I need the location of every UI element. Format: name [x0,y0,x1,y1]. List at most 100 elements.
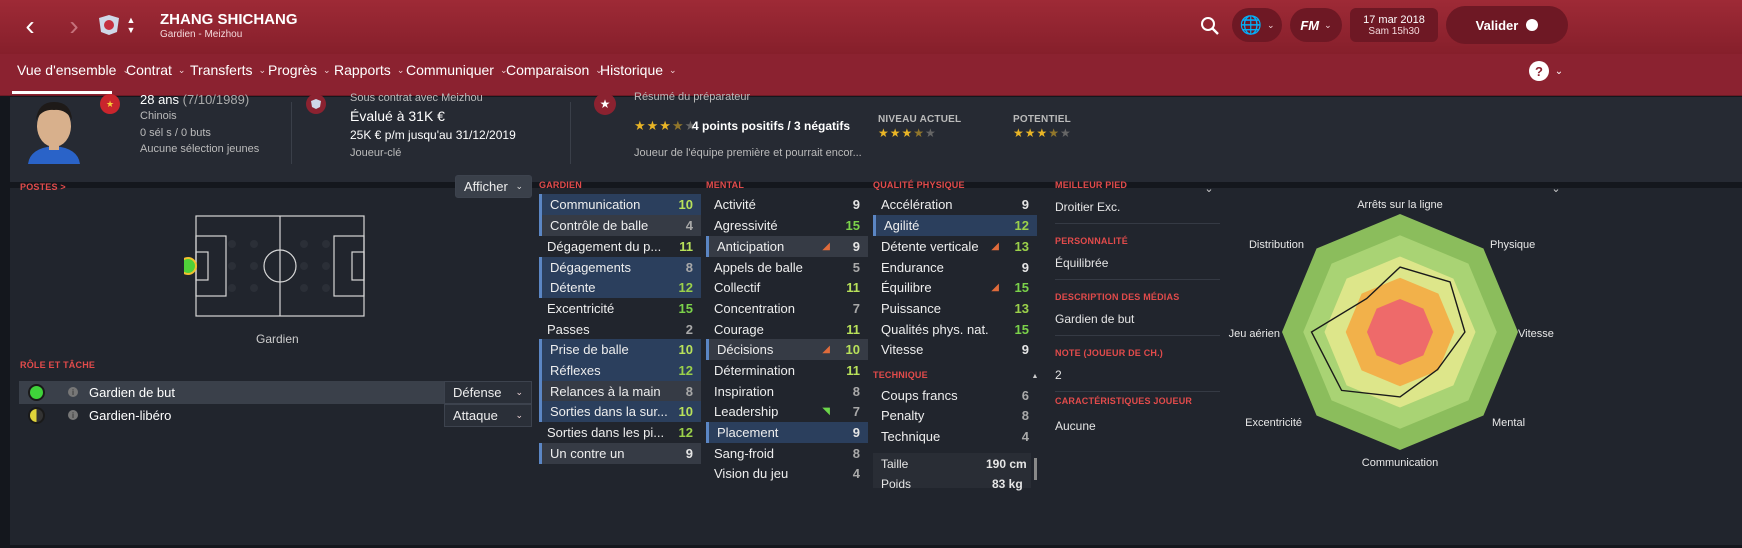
continue-button[interactable]: Valider [1446,6,1568,44]
attribute-row[interactable]: Décisions ◢ 10 [706,339,868,360]
duty-dropdown[interactable]: Attaque ⌄ [444,404,532,427]
tab-progress[interactable]: Progrès ⌄ [268,62,331,78]
attribute-row[interactable]: Inspiration 8 [706,381,868,402]
position-name: Gardien [256,332,299,346]
attribute-row[interactable]: Endurance 9 [873,257,1037,278]
attribute-row[interactable]: Courage 11 [706,319,868,340]
star-badge-icon: ★ [594,93,616,115]
tab-contract[interactable]: Contrat ⌄ [126,62,185,78]
attribute-row[interactable]: Concentration 7 [706,298,868,319]
tab-compare[interactable]: Comparaison ⌄ [506,62,603,78]
attribute-row[interactable]: Relances à la main 8 [539,381,701,402]
attribute-row[interactable]: Vision du jeu 4 [706,463,868,484]
attribute-row[interactable]: Collectif 11 [706,277,868,298]
forward-icon[interactable]: › [62,10,86,41]
attribute-row[interactable]: Technique 4 [873,426,1037,447]
radar-label: Physique [1490,239,1535,251]
player-subtitle: Gardien - Meizhou [160,29,243,40]
attribute-row[interactable]: Équilibre ◢ 15 [873,277,1037,298]
continue-label: Valider [1475,17,1519,33]
rating-value: 2 [1055,368,1062,382]
info-icon[interactable]: i [68,387,78,397]
attribute-row[interactable]: Placement 9 [706,422,868,443]
media-description-value: Gardien de but [1055,312,1135,326]
radar-label: Distribution [1249,239,1304,251]
attribute-row[interactable]: Un contre un 9 [539,443,701,464]
attribute-row[interactable]: Détermination 11 [706,360,868,381]
chevron-down-icon[interactable]: ⌄ [1550,181,1562,195]
attribute-row[interactable]: Dégagement du p... 11 [539,236,701,257]
show-dropdown[interactable]: Afficher ⌄ [455,175,532,198]
tab-transfers[interactable]: Transferts ⌄ [190,62,266,78]
radar-label: Arrêts sur la ligne [1357,199,1443,211]
world-menu-button[interactable]: 🌐 ⌄ [1232,8,1282,42]
attribute-radar: Arrêts sur la ligne Physique Vitesse Mental… [1229,199,1554,469]
attribute-row[interactable]: Accélération 9 [873,194,1037,215]
divider [1055,391,1220,392]
player-name: ZHANG SHICHANG [160,11,298,28]
physical-label: QUALITÉ PHYSIQUE [873,180,965,190]
attribute-row[interactable]: Vitesse 9 [873,339,1037,360]
player-value: Évalué à 31K € [350,108,445,124]
attribute-row[interactable]: Puissance 13 [873,298,1037,319]
attribute-row[interactable]: Prise de balle 10 [539,339,701,360]
tab-overview[interactable]: Vue d'ensemble ⌄ [17,62,130,78]
attribute-row[interactable]: Communication 10 [539,194,701,215]
help-icon[interactable]: ? [1529,61,1549,81]
weight-label: Poids [881,477,912,491]
attribute-row[interactable]: Appels de balle 5 [706,257,868,278]
attribute-row[interactable]: Réflexes 12 [539,360,701,381]
radar-label: Excentricité [1245,417,1302,429]
arrow-down-icon: ◢ [822,344,830,355]
tab-communicate[interactable]: Communiquer ⌄ [406,62,507,78]
contract-title: Sous contrat avec Meizhou [350,92,483,104]
potential-ability-stars: ★★★★★ [1013,126,1072,140]
attribute-row[interactable]: Détente 12 [539,277,701,298]
divider [1055,279,1220,280]
attribute-row[interactable]: Coups francs 6 [873,385,1037,406]
attribute-row[interactable]: Anticipation ◢ 9 [706,236,868,257]
player-switch-icon[interactable]: ▲ ▼ [124,12,138,38]
info-icon[interactable]: i [68,410,78,420]
date-display: 17 mar 2018 Sam 15h30 [1350,8,1438,42]
attribute-row[interactable]: Agressivité 15 [706,215,868,236]
potential-ability-label: POTENTIEL [1013,114,1071,125]
attribute-row[interactable]: Sang-froid 8 [706,443,868,464]
attribute-row[interactable]: Qualités phys. nat. 15 [873,319,1037,340]
back-icon[interactable]: ‹ [18,10,42,41]
preferred-foot-label: MEILLEUR PIED [1055,180,1128,190]
coach-note: Joueur de l'équipe première et pourrait … [634,147,862,159]
fm-logo: FM [1300,17,1320,33]
mental-label: MENTAL [706,180,745,190]
attribute-row[interactable]: Sorties dans les pi... 12 [539,422,701,443]
positions-label[interactable]: POSTES > [20,182,66,192]
height-label: Taille [881,457,909,471]
arrow-down-icon: ◢ [991,282,999,293]
attribute-row[interactable]: Leadership ◥ 7 [706,401,868,422]
search-icon[interactable] [1198,14,1222,38]
attribute-row[interactable]: Penalty 8 [873,405,1037,426]
attribute-row[interactable]: Passes 2 [539,319,701,340]
scrollbar[interactable] [1034,458,1037,480]
tab-reports[interactable]: Rapports ⌄ [334,62,404,78]
chevron-down-icon[interactable]: ⌄ [1553,62,1565,80]
fm-menu-button[interactable]: FM ⌄ [1290,8,1342,42]
technique-label: TECHNIQUE [873,370,928,380]
attribute-row[interactable]: Contrôle de balle 4 [539,215,701,236]
weight-value: 83 kg [992,477,1023,491]
attribute-row[interactable]: Activité 9 [706,194,868,215]
attribute-row[interactable]: Excentricité 15 [539,298,701,319]
attribute-row[interactable]: Sorties dans la sur... 10 [539,401,701,422]
current-ability-label: NIVEAU ACTUEL [878,114,962,125]
chevron-down-icon[interactable]: ⌄ [1203,181,1215,195]
tab-history[interactable]: Historique ⌄ [600,62,677,78]
coach-report-title: Résumé du préparateur [634,91,751,103]
divider [1055,223,1220,224]
attribute-row[interactable]: Dégagements 8 [539,257,701,278]
attribute-row[interactable]: Détente verticale ◢ 13 [873,236,1037,257]
collapse-icon[interactable]: ▲ [1030,371,1040,381]
attribute-row[interactable]: Agilité 12 [873,215,1037,236]
duty-dropdown[interactable]: Défense ⌄ [444,381,532,404]
role-name: Gardien-libéro [89,408,172,423]
radar-ring-4 [1366,298,1434,366]
